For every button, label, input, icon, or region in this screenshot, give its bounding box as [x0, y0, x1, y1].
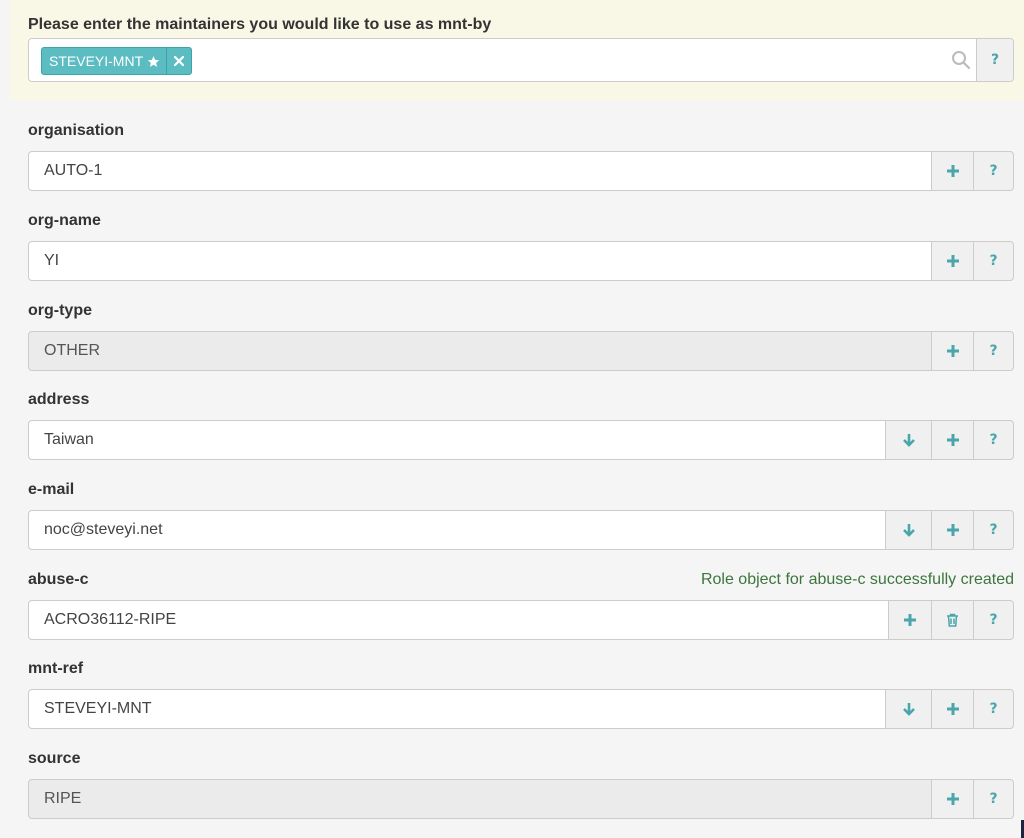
org-type-field: OTHER — [28, 331, 933, 371]
org-type-label: org-type — [28, 302, 92, 319]
abuse-c-delete-button[interactable] — [931, 600, 974, 640]
plus-icon — [946, 165, 959, 177]
organisation-help-button[interactable]: ? — [973, 151, 1014, 191]
arrow-down-icon — [902, 703, 915, 716]
star-icon — [147, 55, 160, 67]
plus-icon — [946, 345, 959, 357]
plus-icon — [946, 703, 959, 715]
email-field[interactable]: noc@steveyi.net — [28, 510, 887, 550]
plus-icon — [946, 255, 959, 267]
source-help-button[interactable]: ? — [973, 779, 1014, 819]
plus-icon — [946, 434, 959, 446]
remove-tag-icon[interactable] — [166, 48, 191, 74]
trash-icon — [947, 613, 958, 627]
org-name-field[interactable]: YI — [28, 241, 933, 281]
email-help-button[interactable]: ? — [973, 510, 1014, 550]
maintainer-tag[interactable]: STEVEYI-MNT — [41, 47, 193, 75]
maintainer-tag-label: STEVEYI-MNT — [49, 53, 144, 69]
search-icon — [952, 51, 971, 70]
arrow-down-icon — [902, 434, 915, 447]
abuse-c-help-button[interactable]: ? — [973, 600, 1014, 640]
arrow-down-icon — [902, 524, 915, 537]
org-type-help-button[interactable]: ? — [973, 331, 1014, 371]
mnt-ref-move-down-button[interactable] — [885, 689, 932, 729]
address-add-button[interactable] — [931, 420, 974, 460]
address-field[interactable]: Taiwan — [28, 420, 887, 460]
address-label: address — [28, 391, 90, 408]
mnt-ref-help-button[interactable]: ? — [973, 689, 1014, 729]
org-type-add-button[interactable] — [931, 331, 974, 371]
maintainers-label: Please enter the maintainers you would l… — [28, 16, 492, 33]
maintainers-help-button[interactable]: ? — [976, 39, 1013, 81]
address-help-button[interactable]: ? — [973, 420, 1014, 460]
abuse-c-add-button[interactable] — [888, 600, 932, 640]
source-add-button[interactable] — [931, 779, 974, 819]
plus-icon — [904, 614, 916, 626]
org-name-label: org-name — [28, 212, 101, 229]
org-name-add-button[interactable] — [931, 241, 974, 281]
organisation-add-button[interactable] — [931, 151, 974, 191]
mnt-ref-label: mnt-ref — [28, 660, 84, 677]
email-move-down-button[interactable] — [885, 510, 932, 550]
maintainers-input[interactable]: STEVEYI-MNT ? — [28, 38, 1014, 82]
email-label: e-mail — [28, 481, 75, 498]
abuse-c-field[interactable]: ACRO36112-RIPE — [28, 600, 890, 640]
email-add-button[interactable] — [931, 510, 974, 550]
organisation-label: organisation — [28, 122, 125, 139]
mnt-ref-add-button[interactable] — [931, 689, 974, 729]
plus-icon — [946, 793, 959, 805]
organisation-field[interactable]: AUTO-1 — [28, 151, 933, 191]
abuse-c-success-message: Role object for abuse-c successfully cre… — [700, 571, 1014, 588]
mnt-ref-field[interactable]: STEVEYI-MNT — [28, 689, 887, 729]
org-name-help-button[interactable]: ? — [973, 241, 1014, 281]
source-field: RIPE — [28, 779, 933, 819]
plus-icon — [946, 524, 959, 536]
address-move-down-button[interactable] — [885, 420, 932, 460]
source-label: source — [28, 750, 81, 767]
abuse-c-label: abuse-c — [28, 571, 89, 588]
